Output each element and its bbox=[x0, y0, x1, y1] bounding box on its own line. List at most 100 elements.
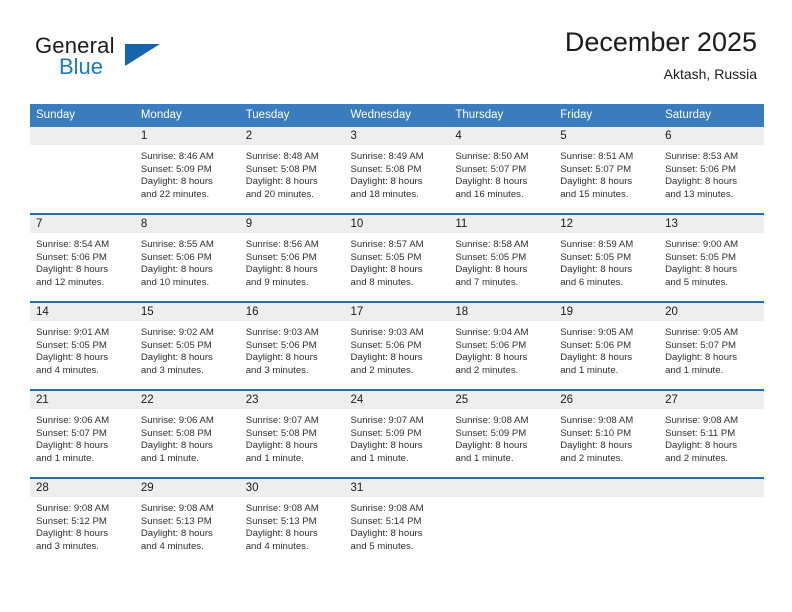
day-detail-line: Sunrise: 9:01 AM bbox=[36, 327, 110, 338]
calendar-day-cell[interactable]: 26 Sunrise: 9:08 AM Sunset: 5:10 PM Dayligh… bbox=[554, 389, 660, 478]
day-number: 1 bbox=[134, 127, 240, 145]
day-details: Sunrise: 8:48 AM Sunset: 5:08 PM Daylight:… bbox=[240, 145, 345, 201]
day-detail-line: and 2 minutes. bbox=[455, 364, 519, 376]
calendar-day-cell[interactable]: 4 Sunrise: 8:50 AM Sunset: 5:07 PM Daylight… bbox=[449, 127, 555, 214]
calendar-day-cell[interactable]: 1 Sunrise: 8:46 AM Sunset: 5:09 PM Daylight… bbox=[134, 127, 240, 214]
calendar-body: 1 Sunrise: 8:46 AM Sunset: 5:09 PM Daylight… bbox=[30, 127, 764, 565]
calendar-day-cell[interactable]: 17 Sunrise: 9:03 AM Sunset: 5:06 PM Dayligh… bbox=[344, 301, 450, 390]
calendar-day-cell[interactable]: 31 Sunrise: 9:08 AM Sunset: 5:14 PM Dayligh… bbox=[344, 477, 450, 565]
day-detail-line: Daylight: 8 hours bbox=[36, 440, 108, 452]
day-details: Sunrise: 8:57 AM Sunset: 5:05 PM Daylight:… bbox=[345, 233, 450, 289]
day-cell-inner: 26 Sunrise: 9:08 AM Sunset: 5:10 PM Dayligh… bbox=[554, 391, 660, 477]
weekday-header-thursday: Thursday bbox=[449, 104, 555, 127]
day-number: 8 bbox=[134, 215, 240, 233]
calendar-day-cell[interactable]: 2 Sunrise: 8:48 AM Sunset: 5:08 PM Daylight… bbox=[239, 127, 345, 214]
day-number: 18 bbox=[449, 303, 555, 321]
calendar-day-cell[interactable]: 22 Sunrise: 9:06 AM Sunset: 5:08 PM Dayligh… bbox=[134, 389, 240, 478]
calendar-day-cell[interactable]: 10 Sunrise: 8:57 AM Sunset: 5:05 PM Dayligh… bbox=[344, 213, 450, 302]
calendar-day-cell[interactable]: 24 Sunrise: 9:07 AM Sunset: 5:09 PM Dayligh… bbox=[344, 389, 450, 478]
day-number: 26 bbox=[554, 391, 660, 409]
calendar-day-cell[interactable]: 11 Sunrise: 8:58 AM Sunset: 5:05 PM Dayligh… bbox=[449, 213, 555, 302]
day-details: Sunrise: 8:59 AM Sunset: 5:05 PM Daylight:… bbox=[554, 233, 659, 289]
day-cell-inner: 21 Sunrise: 9:06 AM Sunset: 5:07 PM Dayligh… bbox=[30, 391, 135, 477]
day-detail-line: and 1 minute. bbox=[350, 452, 409, 464]
calendar-day-cell[interactable]: 3 Sunrise: 8:49 AM Sunset: 5:08 PM Daylight… bbox=[344, 127, 450, 214]
day-details bbox=[30, 145, 135, 151]
day-cell-inner: 9 Sunrise: 8:56 AM Sunset: 5:06 PM Daylight… bbox=[239, 215, 345, 301]
day-cell-inner bbox=[30, 127, 135, 213]
day-details: Sunrise: 9:05 AM Sunset: 5:07 PM Daylight:… bbox=[659, 321, 764, 377]
day-cell-inner bbox=[449, 479, 555, 565]
day-number: 27 bbox=[659, 391, 764, 409]
day-number: 29 bbox=[134, 479, 240, 497]
day-detail-line: and 10 minutes. bbox=[140, 276, 210, 288]
day-number bbox=[554, 479, 660, 497]
calendar-week-row: 14 Sunrise: 9:01 AM Sunset: 5:05 PM Dayligh… bbox=[30, 301, 764, 390]
calendar-day-cell[interactable]: 25 Sunrise: 9:08 AM Sunset: 5:09 PM Dayligh… bbox=[449, 389, 555, 478]
day-detail-line: Sunrise: 8:58 AM bbox=[455, 239, 529, 250]
day-detail-line: Sunrise: 9:05 AM bbox=[665, 327, 739, 338]
day-number: 25 bbox=[449, 391, 555, 409]
day-detail-line: Sunset: 5:07 PM bbox=[560, 163, 632, 175]
calendar-day-cell[interactable]: 7 Sunrise: 8:54 AM Sunset: 5:06 PM Daylight… bbox=[30, 213, 135, 302]
day-detail-line: Daylight: 8 hours bbox=[245, 528, 318, 540]
calendar-day-cell[interactable]: 29 Sunrise: 9:08 AM Sunset: 5:13 PM Dayligh… bbox=[134, 477, 240, 565]
calendar-week-row: 28 Sunrise: 9:08 AM Sunset: 5:12 PM Dayligh… bbox=[30, 477, 764, 565]
calendar-day-cell[interactable]: 9 Sunrise: 8:56 AM Sunset: 5:06 PM Daylight… bbox=[239, 213, 345, 302]
day-detail-line: and 6 minutes. bbox=[560, 276, 624, 288]
calendar-day-cell[interactable]: 30 Sunrise: 9:08 AM Sunset: 5:13 PM Dayligh… bbox=[239, 477, 345, 565]
day-detail-line: and 1 minute. bbox=[245, 452, 304, 464]
weekday-header-row: Sunday Monday Tuesday Wednesday Thursday… bbox=[30, 104, 764, 127]
day-detail-line: Daylight: 8 hours bbox=[560, 176, 633, 188]
calendar-day-cell[interactable]: 20 Sunrise: 9:05 AM Sunset: 5:07 PM Dayligh… bbox=[659, 301, 764, 390]
calendar-day-cell[interactable]: 21 Sunrise: 9:06 AM Sunset: 5:07 PM Dayligh… bbox=[30, 389, 135, 478]
day-detail-line: Sunrise: 9:03 AM bbox=[245, 327, 319, 338]
day-detail-line: and 1 minute. bbox=[140, 452, 199, 464]
day-cell-inner: 25 Sunrise: 9:08 AM Sunset: 5:09 PM Dayligh… bbox=[449, 391, 555, 477]
day-cell-inner: 29 Sunrise: 9:08 AM Sunset: 5:13 PM Dayligh… bbox=[134, 479, 240, 565]
day-number: 22 bbox=[134, 391, 240, 409]
calendar-week-row: 21 Sunrise: 9:06 AM Sunset: 5:07 PM Dayligh… bbox=[30, 389, 764, 478]
calendar-day-cell[interactable]: 23 Sunrise: 9:07 AM Sunset: 5:08 PM Dayligh… bbox=[239, 389, 345, 478]
day-detail-line: Sunrise: 9:00 AM bbox=[665, 239, 739, 250]
day-detail-line: Sunset: 5:05 PM bbox=[665, 251, 736, 263]
day-detail-line: Sunrise: 9:07 AM bbox=[245, 415, 319, 426]
general-blue-logo[interactable]: General Blue bbox=[35, 33, 215, 83]
day-detail-line: Sunrise: 8:56 AM bbox=[245, 239, 319, 250]
calendar-day-cell[interactable]: 27 Sunrise: 9:08 AM Sunset: 5:11 PM Dayligh… bbox=[659, 389, 764, 478]
day-detail-line: Sunrise: 9:08 AM bbox=[245, 503, 319, 514]
day-detail-line: Sunset: 5:05 PM bbox=[140, 339, 212, 351]
day-detail-line: Sunrise: 8:46 AM bbox=[140, 151, 214, 162]
day-number: 6 bbox=[659, 127, 764, 145]
day-detail-line: Sunset: 5:05 PM bbox=[350, 251, 422, 263]
logo-triangle-icon bbox=[125, 44, 160, 66]
calendar-day-cell[interactable]: 14 Sunrise: 9:01 AM Sunset: 5:05 PM Dayligh… bbox=[30, 301, 135, 390]
day-detail-line: Daylight: 8 hours bbox=[455, 440, 528, 452]
calendar-day-cell[interactable]: 13 Sunrise: 9:00 AM Sunset: 5:05 PM Dayligh… bbox=[659, 213, 764, 302]
calendar-day-cell[interactable]: 18 Sunrise: 9:04 AM Sunset: 5:06 PM Dayligh… bbox=[449, 301, 555, 390]
day-detail-line: Daylight: 8 hours bbox=[140, 264, 213, 276]
day-details: Sunrise: 8:58 AM Sunset: 5:05 PM Daylight:… bbox=[449, 233, 554, 289]
calendar-day-cell[interactable]: 28 Sunrise: 9:08 AM Sunset: 5:12 PM Dayligh… bbox=[30, 477, 135, 565]
day-details: Sunrise: 8:55 AM Sunset: 5:06 PM Daylight:… bbox=[135, 233, 240, 289]
calendar-day-cell[interactable]: 6 Sunrise: 8:53 AM Sunset: 5:06 PM Daylight… bbox=[659, 127, 764, 214]
day-detail-line: Sunrise: 8:55 AM bbox=[140, 239, 214, 250]
calendar-day-cell[interactable]: 19 Sunrise: 9:05 AM Sunset: 5:06 PM Dayligh… bbox=[554, 301, 660, 390]
day-detail-line: Sunrise: 9:08 AM bbox=[140, 503, 214, 514]
day-detail-line: Daylight: 8 hours bbox=[665, 352, 738, 364]
calendar-day-cell[interactable]: 12 Sunrise: 8:59 AM Sunset: 5:05 PM Dayligh… bbox=[554, 213, 660, 302]
day-number bbox=[659, 479, 764, 497]
day-cell-inner: 11 Sunrise: 8:58 AM Sunset: 5:05 PM Dayligh… bbox=[449, 215, 555, 301]
calendar-day-cell[interactable]: 8 Sunrise: 8:55 AM Sunset: 5:06 PM Daylight… bbox=[134, 213, 240, 302]
day-detail-line: Daylight: 8 hours bbox=[350, 264, 423, 276]
day-number: 17 bbox=[344, 303, 450, 321]
calendar-day-cell[interactable]: 15 Sunrise: 9:02 AM Sunset: 5:05 PM Dayligh… bbox=[134, 301, 240, 390]
day-number: 12 bbox=[554, 215, 660, 233]
day-number: 2 bbox=[239, 127, 345, 145]
page-header: General Blue December 2025 Aktash, Russi… bbox=[0, 0, 792, 100]
calendar-day-cell[interactable]: 16 Sunrise: 9:03 AM Sunset: 5:06 PM Dayligh… bbox=[239, 301, 345, 390]
day-detail-line: Sunset: 5:06 PM bbox=[350, 339, 422, 351]
day-number: 20 bbox=[659, 303, 764, 321]
day-details: Sunrise: 8:54 AM Sunset: 5:06 PM Daylight:… bbox=[30, 233, 135, 289]
calendar-day-cell[interactable]: 5 Sunrise: 8:51 AM Sunset: 5:07 PM Daylight… bbox=[554, 127, 660, 214]
